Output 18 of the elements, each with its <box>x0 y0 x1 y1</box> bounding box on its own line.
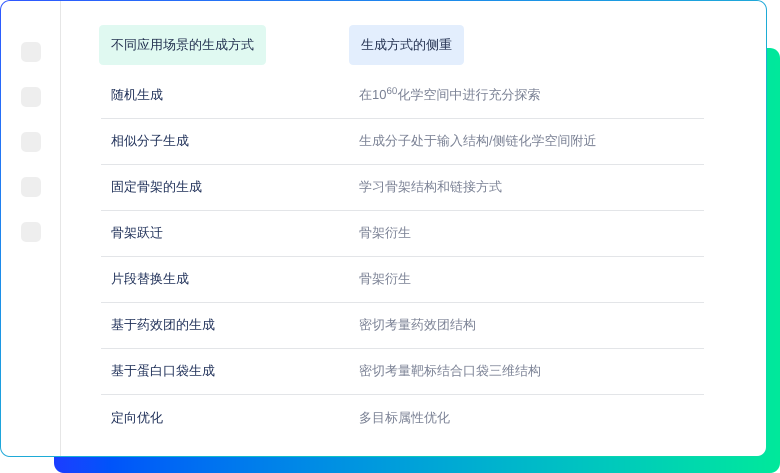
table-cell: 骨架衍生 <box>359 271 411 286</box>
table-cell: 片段替换生成 <box>111 271 189 286</box>
column-header: 不同应用场景的生成方式 <box>99 25 266 64</box>
table-cell: 定向优化 <box>111 410 163 424</box>
table-cell: 基于蛋白口袋生成 <box>111 363 215 378</box>
table-cell: 密切考量靶标结合口袋三维结构 <box>359 363 541 378</box>
table-cell: 基于药效团的生成 <box>111 317 215 332</box>
table-cell: 在10$^{60}$化学空间中进行充分探索 <box>359 87 540 102</box>
table-cell: 骨架跃迁 <box>111 225 163 240</box>
table-cell: 学习骨架结构和链接方式 <box>359 179 502 194</box>
table-cell: 生成分子处于输入结构/侧链化学空间附近 <box>359 133 597 148</box>
table-cell: 密切考量药效团结构 <box>359 317 476 332</box>
table-cell: 骨架衍生 <box>359 225 411 240</box>
table-cell: 相似分子生成 <box>111 133 189 148</box>
column-header: 生成方式的侧重 <box>349 25 464 64</box>
table-cell: 随机生成 <box>111 87 163 102</box>
table-cell: 固定骨架的生成 <box>111 179 202 194</box>
table-cell: 多目标属性优化 <box>359 410 450 424</box>
